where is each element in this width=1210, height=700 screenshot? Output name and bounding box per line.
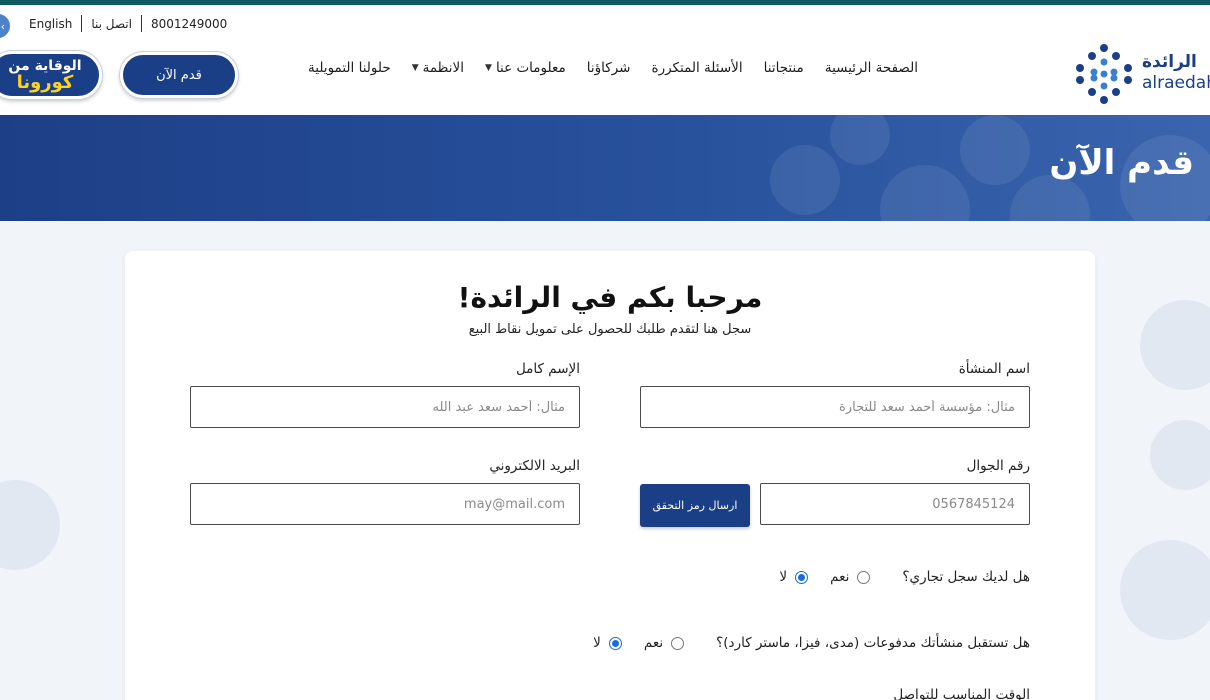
banner-decoration	[880, 165, 970, 221]
nav-label: الأسئلة المتكررة	[651, 60, 743, 76]
nav-label: الصفحة الرئيسية	[824, 60, 918, 76]
nav-label: معلومات عنا	[495, 60, 566, 76]
corona-badge-line2: كورونا	[16, 71, 74, 93]
contact-link[interactable]: اتصل بنا	[82, 17, 141, 31]
establishment-name-label: اسم المنشأة	[958, 361, 1030, 377]
mobile-input[interactable]	[760, 483, 1030, 525]
corona-badge-line1: الوقاية من	[8, 57, 82, 74]
background-decoration	[1150, 420, 1210, 490]
nav-label: منتجاتنا	[763, 60, 804, 76]
banner-decoration	[830, 115, 890, 165]
form-title: مرحبا بكم في الرائدة!	[457, 281, 763, 314]
background-decoration	[1120, 540, 1210, 640]
nav-label: شركاؤنا	[586, 60, 631, 76]
card-payments-question: هل تستقبل منشأتك مدفوعات (مدى، فيزا، ماس…	[593, 635, 1030, 651]
email-input[interactable]	[190, 483, 580, 525]
banner-decoration	[770, 145, 840, 215]
email-label: البريد الالكتروني	[489, 458, 580, 474]
establishment-name-input[interactable]	[640, 386, 1030, 428]
form-subtitle: سجل هنا لتقدم طلبك للحصول على تمويل نقاط…	[468, 322, 752, 337]
site-logo[interactable]: الرائدة alraedah	[1072, 42, 1210, 112]
phone-number[interactable]: 8001249000	[142, 17, 236, 31]
radio-yes[interactable]	[671, 636, 685, 650]
language-link[interactable]: English	[20, 17, 81, 31]
question-label: هل تستقبل منشأتك مدفوعات (مدى، فيزا، ماس…	[716, 635, 1030, 651]
utility-bar: English اتصل بنا 8001249000	[20, 15, 236, 32]
logo-text-en: alraedah	[1142, 73, 1210, 93]
chevron-left-icon[interactable]: ‹	[0, 14, 10, 38]
commercial-register-yes-option[interactable]: نعم	[830, 569, 871, 585]
card-payments-no-option[interactable]: لا	[593, 635, 622, 651]
preferred-contact-time-label: الوقت المناسب للتواصل	[893, 687, 1030, 700]
nav-regulations[interactable]: الانظمة ▼	[412, 60, 464, 76]
radio-yes-label: نعم	[643, 635, 664, 651]
nav-label: الانظمة	[422, 60, 464, 76]
nav-products[interactable]: منتجاتنا	[764, 60, 804, 76]
nav-home[interactable]: الصفحة الرئيسية	[825, 60, 918, 76]
commercial-register-question: هل لديك سجل تجاري؟ نعم لا	[779, 569, 1030, 585]
background-decoration	[1140, 300, 1210, 390]
corona-prevention-badge[interactable]: الوقاية من كورونا	[0, 51, 102, 99]
page-banner: قدم الآن	[0, 115, 1210, 221]
radio-no-label: لا	[593, 635, 601, 651]
nav-faq[interactable]: الأسئلة المتكررة	[652, 60, 743, 76]
mobile-label: رقم الجوال	[966, 458, 1030, 474]
chevron-down-icon: ▼	[485, 63, 492, 73]
site-header: English اتصل بنا 8001249000 ‹ الوقاية من…	[0, 5, 1210, 115]
send-verification-code-button[interactable]: ارسال رمز التحقق	[640, 484, 750, 527]
background-decoration	[0, 480, 60, 570]
radio-no-label: لا	[779, 569, 788, 585]
radio-yes-label: نعم	[830, 569, 850, 585]
logo-mark-icon	[1076, 44, 1132, 104]
full-name-input[interactable]	[190, 386, 580, 428]
nav-about[interactable]: معلومات عنا ▼	[485, 60, 566, 76]
logo-text-ar: الرائدة	[1142, 52, 1197, 72]
nav-financing-solutions[interactable]: حلولنا التمويلية	[308, 60, 391, 76]
banner-decoration	[960, 115, 1030, 185]
card-payments-yes-option[interactable]: نعم	[643, 635, 685, 651]
chevron-down-icon: ▼	[411, 63, 419, 73]
nav-label: حلولنا التمويلية	[308, 60, 391, 76]
apply-now-button[interactable]: قدم الآن	[120, 52, 238, 98]
main-nav: الصفحة الرئيسية منتجاتنا الأسئلة المتكرر…	[308, 60, 918, 76]
question-label: هل لديك سجل تجاري؟	[902, 569, 1030, 585]
radio-no[interactable]	[608, 636, 622, 650]
commercial-register-no-option[interactable]: لا	[779, 569, 809, 585]
full-name-label: الإسم كامل	[515, 361, 580, 377]
radio-no[interactable]	[795, 570, 809, 584]
radio-yes[interactable]	[857, 570, 871, 584]
nav-partners[interactable]: شركاؤنا	[587, 60, 631, 76]
registration-form-card: مرحبا بكم في الرائدة! سجل هنا لتقدم طلبك…	[125, 251, 1095, 700]
page-title: قدم الآن	[1049, 143, 1194, 183]
